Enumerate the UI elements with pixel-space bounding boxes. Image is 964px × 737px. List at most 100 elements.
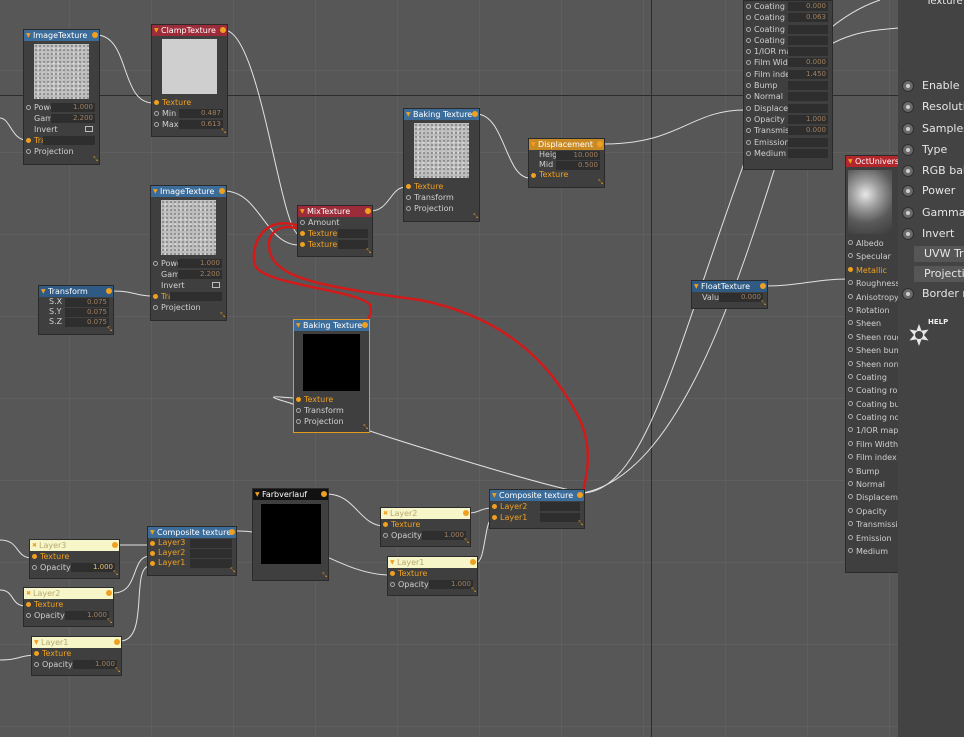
node-editor-canvas[interactable]: ▼ ImageTexture Power 1.000 Gamma 2.200 Inve… <box>0 0 964 737</box>
output-pin[interactable] <box>365 208 371 214</box>
resize-handle-icon[interactable]: ⤡ <box>473 214 478 220</box>
option-power[interactable]: Power <box>902 183 955 199</box>
layer1-node-mid[interactable]: ▼ Layer1 Texture Opacity 1.000 ⤡ <box>387 556 478 596</box>
node-header[interactable]: ▼ Baking Texture <box>404 109 479 120</box>
param-row[interactable]: Opacity 1.000 <box>381 530 470 541</box>
param-row[interactable]: Bump <box>846 465 904 478</box>
param-row[interactable]: Projection <box>404 203 479 214</box>
image-texture-node-2[interactable]: ▼ ImageTexture Power 1.000 Gamma 2.200 Inve… <box>150 185 227 321</box>
param-row[interactable]: Coating bump <box>744 24 832 35</box>
output-pin[interactable] <box>321 491 327 497</box>
resize-handle-icon[interactable]: ⤡ <box>578 521 583 527</box>
composite-texture-node-left[interactable]: ▼ Composite texture Layer3 Layer2 Layer1 … <box>147 526 237 576</box>
param-row[interactable]: Opacity 1.000 <box>30 562 119 573</box>
param-row[interactable]: Sheen <box>846 317 904 330</box>
param-row[interactable]: Texture <box>388 568 477 579</box>
resize-handle-icon[interactable]: ⤡ <box>761 301 766 307</box>
radio-icon[interactable] <box>902 123 914 135</box>
param-row[interactable]: Texture <box>404 181 479 192</box>
output-pin[interactable] <box>112 542 118 548</box>
param-row[interactable]: Texture1 <box>298 228 372 239</box>
octane-universal-material-node[interactable]: ▼ OctUniversal Albedo Specular Metallic Roug… <box>845 155 908 573</box>
radio-icon[interactable] <box>902 101 914 113</box>
node-header[interactable]: ▼ Transform <box>39 286 113 297</box>
param-row[interactable]: Value 0.000 <box>692 292 767 303</box>
param-row[interactable]: Rotation <box>846 304 904 317</box>
param-row[interactable]: Anisotropy <box>846 291 904 304</box>
param-row[interactable]: Texture <box>152 97 227 108</box>
option-invert[interactable]: Invert <box>902 226 954 242</box>
mix-texture-node[interactable]: ▼ MixTexture Amount Texture1 Texture2 ⤡ <box>297 205 373 257</box>
param-row[interactable]: Projection <box>24 146 99 157</box>
param-row[interactable]: S.X 0.075 <box>39 297 113 307</box>
node-header[interactable]: ▼ Layer1 <box>388 557 477 568</box>
output-pin[interactable] <box>470 559 476 565</box>
param-row[interactable]: Coating <box>846 371 904 384</box>
param-row[interactable]: Coating 0.000 <box>744 1 832 12</box>
param-row[interactable]: Albedo <box>846 237 904 250</box>
node-header[interactable]: ▼ Composite texture <box>148 527 236 538</box>
param-row[interactable]: S.Y 0.075 <box>39 307 113 317</box>
node-header[interactable]: ▼ MixTexture <box>298 206 372 217</box>
param-row[interactable]: Power 1.000 <box>24 102 99 113</box>
output-pin[interactable] <box>92 32 98 38</box>
param-row[interactable]: Layer3 <box>148 538 236 548</box>
option-samples[interactable]: Samples <box>902 121 964 137</box>
layer3-node-left[interactable]: ✖ Layer3 Texture Opacity 1.000 ⤡ <box>29 539 120 579</box>
option-resolution[interactable]: Resoluti <box>902 99 964 115</box>
layer2-node-left[interactable]: ✖ Layer2 Texture Opacity 1.000 ⤡ <box>23 587 114 627</box>
layer1-node-left[interactable]: ▼ Layer1 Texture Opacity 1.000 ⤡ <box>31 636 122 676</box>
param-row[interactable]: 1/IOR map <box>846 424 904 437</box>
param-row[interactable]: Layer1 <box>148 558 236 568</box>
uvw-transform-button[interactable]: UVW Tra <box>914 246 964 262</box>
node-header[interactable]: ▼ ImageTexture <box>24 30 99 41</box>
resize-handle-icon[interactable]: ⤡ <box>366 249 371 255</box>
resize-handle-icon[interactable]: ⤡ <box>230 568 235 574</box>
option-type[interactable]: Type <box>902 142 947 158</box>
output-pin[interactable] <box>760 283 766 289</box>
param-row[interactable]: Transform <box>404 192 479 203</box>
param-row[interactable]: Coating rou <box>846 384 904 397</box>
node-header[interactable]: ▼ Farbverlauf <box>253 489 328 500</box>
output-pin[interactable] <box>106 590 112 596</box>
resize-handle-icon[interactable]: ⤡ <box>363 425 368 431</box>
output-pin[interactable] <box>463 510 469 516</box>
param-row[interactable]: Texture <box>32 648 121 659</box>
param-row[interactable]: Medium <box>744 148 832 159</box>
param-row[interactable]: Texture <box>529 170 604 180</box>
resize-handle-icon[interactable]: ⤡ <box>115 668 120 674</box>
param-row[interactable]: Power 1.000 <box>151 258 226 269</box>
radio-icon[interactable] <box>902 228 914 240</box>
param-row[interactable]: Medium <box>846 545 904 558</box>
node-header[interactable]: ▼ ImageTexture <box>151 186 226 197</box>
node-header[interactable]: ▼ Displacement <box>529 139 604 150</box>
radio-icon[interactable] <box>902 185 914 197</box>
output-pin[interactable] <box>219 188 225 194</box>
param-row[interactable]: Opacity 1.000 <box>32 659 121 670</box>
option-border-mode[interactable]: Border m <box>902 286 964 302</box>
param-row[interactable]: Transform <box>151 291 226 302</box>
param-row[interactable]: Bump <box>744 80 832 91</box>
resize-handle-icon[interactable]: ⤡ <box>221 129 226 135</box>
farbverlauf-node[interactable]: ▼ Farbverlauf ⤡ <box>252 488 329 581</box>
param-row[interactable]: Sheen roug <box>846 331 904 344</box>
param-row[interactable]: Displacement <box>744 103 832 114</box>
resize-handle-icon[interactable]: ⤡ <box>220 313 225 319</box>
output-pin[interactable] <box>362 322 368 328</box>
output-pin[interactable] <box>229 529 235 535</box>
param-row[interactable]: Sheen bum <box>846 344 904 357</box>
radio-icon[interactable] <box>902 144 914 156</box>
param-row[interactable]: Invert <box>24 124 99 135</box>
resize-handle-icon[interactable]: ⤡ <box>113 571 118 577</box>
displacement-node[interactable]: ▼Displacement Height10.000 Mid level0.50… <box>528 138 605 188</box>
option-rgb-baking[interactable]: RGB bak <box>902 163 964 179</box>
option-gamma[interactable]: Gamma <box>902 205 964 221</box>
param-row[interactable]: Metallic <box>846 264 904 277</box>
param-row[interactable]: Gamma 2.200 <box>24 113 99 124</box>
param-row[interactable]: Gamma 2.200 <box>151 269 226 280</box>
projection-button[interactable]: Projectio <box>914 266 964 282</box>
clamp-texture-node[interactable]: ▼ ClampTexture Texture Min 0.487 Max 0.613 … <box>151 24 228 137</box>
output-pin[interactable] <box>114 639 120 645</box>
resize-handle-icon[interactable]: ⤡ <box>107 619 112 625</box>
param-row[interactable]: Coating bu <box>846 398 904 411</box>
